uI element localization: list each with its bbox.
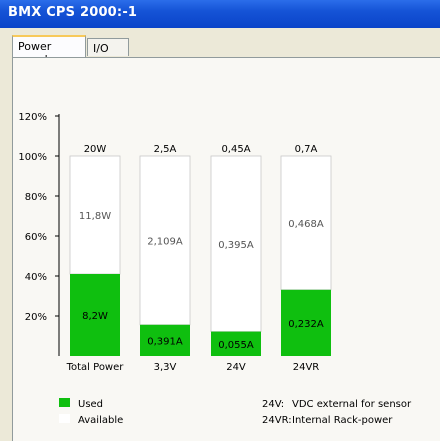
bar-total-label: 2,5A (154, 144, 177, 155)
legend-label-used: Used (78, 399, 103, 410)
bar-used-label: 0,055A (218, 340, 254, 351)
y-tick-label: 20% (25, 312, 47, 323)
legend-swatch-available (59, 414, 70, 423)
note-24vr-key: 24VR: (262, 415, 292, 426)
y-tick-label: 120% (18, 112, 47, 123)
bar-available-label: 11,8W (79, 211, 111, 222)
legend-swatch-used (59, 398, 70, 407)
bar-used-label: 0,232A (288, 319, 324, 330)
note-24v-key: 24V: (262, 399, 284, 410)
category-label: Total Power (66, 362, 125, 373)
note-24v-text: VDC external for sensor (292, 399, 412, 410)
y-tick-label: 40% (25, 272, 47, 283)
bar-available-label: 0,468A (288, 219, 324, 230)
category-label: 24VR (293, 362, 320, 373)
bar-available-label: 2,109A (147, 236, 183, 247)
y-tick-label: 80% (25, 192, 47, 203)
note-24vr-text: Internal Rack-power (292, 415, 393, 426)
y-tick-label: 60% (25, 232, 47, 243)
legend-label-available: Available (78, 415, 123, 426)
category-label: 24V (226, 362, 246, 373)
bar-used-label: 8,2W (82, 311, 108, 322)
bar-used-label: 0,391A (147, 336, 183, 347)
y-tick-label: 100% (18, 152, 47, 163)
bar-total-label: 20W (84, 144, 107, 155)
bar-total-label: 0,7A (295, 144, 318, 155)
bar-total-label: 0,45A (221, 144, 250, 155)
power-chart: 20% 40% 60% 80% 100% 120% 20W 11,8W 8,2W Total Po… (18, 112, 412, 426)
bar-available-label: 0,395A (218, 240, 254, 251)
category-label: 3,3V (154, 362, 177, 373)
